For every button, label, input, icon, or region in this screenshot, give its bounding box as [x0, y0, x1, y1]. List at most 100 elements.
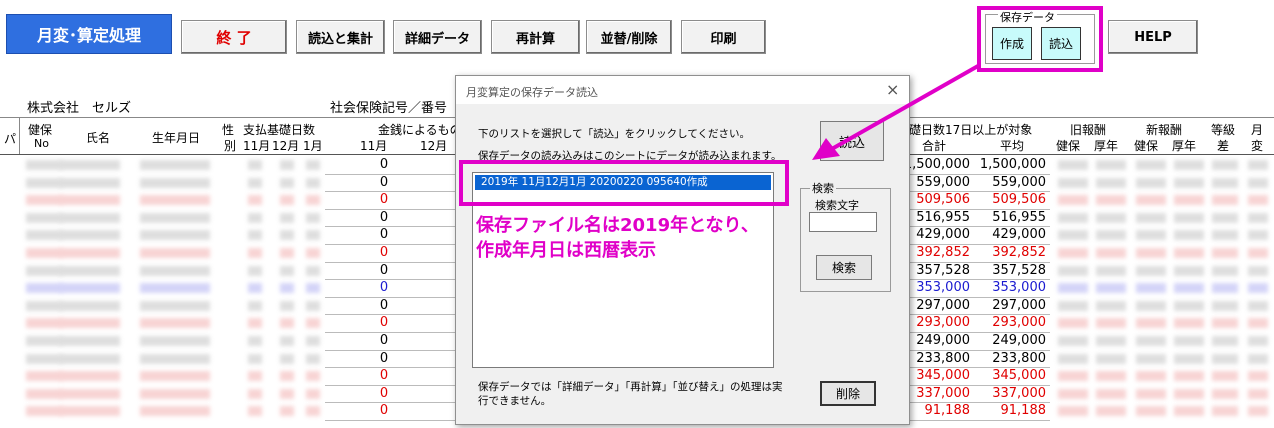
redacted-cell [280, 371, 294, 382]
search-group-label: 検索 [810, 180, 836, 196]
print-button[interactable]: 印刷 [681, 20, 766, 54]
redacted-cell [140, 388, 210, 399]
kinsen-11-cell: 0 [379, 403, 389, 419]
redacted-cell [1096, 371, 1126, 382]
redacted-cell [248, 160, 262, 170]
footer-note-line2: 行できません。 [478, 395, 552, 407]
average-cell: 293,000 [992, 315, 1046, 331]
redacted-cell [26, 318, 62, 329]
redacted-cell [1058, 353, 1088, 364]
redacted-cell [60, 265, 120, 276]
redacted-cell [1096, 406, 1126, 417]
kinsen-11-cell: 0 [379, 192, 389, 208]
redacted-cell [280, 388, 294, 399]
kinsen-11-header: 11月 [360, 139, 388, 153]
kinsen-11-cell: 0 [379, 280, 389, 296]
new-kounen-header: 厚年 [1172, 139, 1197, 153]
redacted-cell [1212, 371, 1238, 382]
redacted-cell [1212, 336, 1238, 346]
kinsen-11-cell: 0 [379, 315, 389, 331]
redacted-cell [26, 212, 62, 223]
average-header: 平均 [1000, 139, 1025, 153]
redacted-cell [1212, 177, 1238, 188]
redacted-cell [280, 283, 294, 294]
insurance-number-label: 社会保険記号／番号 [330, 101, 448, 116]
redacted-cell [280, 212, 294, 223]
redacted-cell [140, 230, 210, 241]
redacted-cell [1096, 230, 1126, 241]
search-input[interactable] [809, 212, 877, 232]
pa-column: パ [0, 118, 20, 154]
redacted-cell [26, 248, 62, 258]
row-rule [325, 420, 455, 421]
redacted-cell [1248, 406, 1268, 417]
redacted-cell [1136, 195, 1166, 206]
redacted-cell [306, 353, 320, 364]
redacted-cell [306, 265, 320, 276]
kinsen-11-cell: 0 [379, 368, 389, 384]
redacted-cell [306, 300, 320, 311]
redacted-cell [1058, 388, 1088, 399]
redacted-cell [1136, 248, 1166, 258]
redacted-cell [1212, 230, 1238, 241]
redacted-cell [1096, 300, 1126, 311]
redacted-cell [1136, 300, 1166, 311]
redacted-cell [248, 195, 262, 206]
redacted-cell [1212, 195, 1238, 206]
detail-data-button[interactable]: 詳細データ [393, 20, 482, 54]
average-cell: 249,000 [992, 333, 1046, 348]
name-header: 氏名 [86, 131, 111, 145]
redacted-cell [1096, 388, 1126, 399]
redacted-cell [280, 230, 294, 241]
days-1-header: 1月 [303, 139, 323, 153]
redacted-cell [306, 336, 320, 346]
redacted-cell [1058, 230, 1088, 241]
end-button[interactable]: 終 了 [181, 20, 287, 54]
redacted-cell [1058, 406, 1088, 417]
redacted-cell [1248, 318, 1268, 329]
search-text-label: 検索文字 [815, 199, 859, 212]
redacted-cell [26, 406, 62, 417]
redacted-cell [1136, 283, 1166, 294]
recalc-button[interactable]: 再計算 [491, 20, 580, 54]
redacted-cell [1212, 212, 1238, 223]
redacted-cell [1096, 160, 1126, 170]
redacted-cell [1212, 318, 1238, 329]
redacted-cell [140, 212, 210, 223]
sort-delete-button[interactable]: 並替/削除 [586, 20, 672, 54]
redacted-cell [1248, 353, 1268, 364]
redacted-cell [280, 406, 294, 417]
help-button[interactable]: HELP [1108, 20, 1198, 54]
redacted-cell [306, 371, 320, 382]
load-and-sum-button[interactable]: 読込と集計 [296, 20, 385, 54]
redacted-cell [306, 318, 320, 329]
redacted-cell [1212, 406, 1238, 417]
redacted-cell [1248, 283, 1268, 294]
monthly-process-button[interactable]: 月変･算定処理 [6, 14, 172, 54]
redacted-cell [248, 248, 262, 258]
highlight-box-save [977, 6, 1103, 72]
pa-header: パ [4, 132, 17, 146]
redacted-cell [1136, 212, 1166, 223]
redacted-cell [1096, 283, 1126, 294]
redacted-cell [248, 283, 262, 294]
redacted-cell [1096, 248, 1126, 258]
redacted-cell [248, 265, 262, 276]
redacted-cell [1248, 212, 1268, 223]
redacted-cell [60, 177, 120, 188]
redacted-cell [306, 388, 320, 399]
redacted-cell [248, 336, 262, 346]
redacted-cell [1174, 283, 1204, 294]
redacted-cell [248, 353, 262, 364]
redacted-cell [60, 406, 120, 417]
redacted-cell [1096, 212, 1126, 223]
kinsen-11-cell: 0 [379, 209, 389, 225]
redacted-cell [1058, 212, 1088, 223]
search-button[interactable]: 検索 [816, 255, 872, 280]
days-12-header: 12月 [272, 139, 300, 153]
redacted-cell [1248, 160, 1268, 170]
delete-button[interactable]: 削除 [820, 381, 876, 406]
redacted-cell [26, 195, 62, 206]
redacted-cell [26, 300, 62, 311]
redacted-cell [140, 265, 210, 276]
